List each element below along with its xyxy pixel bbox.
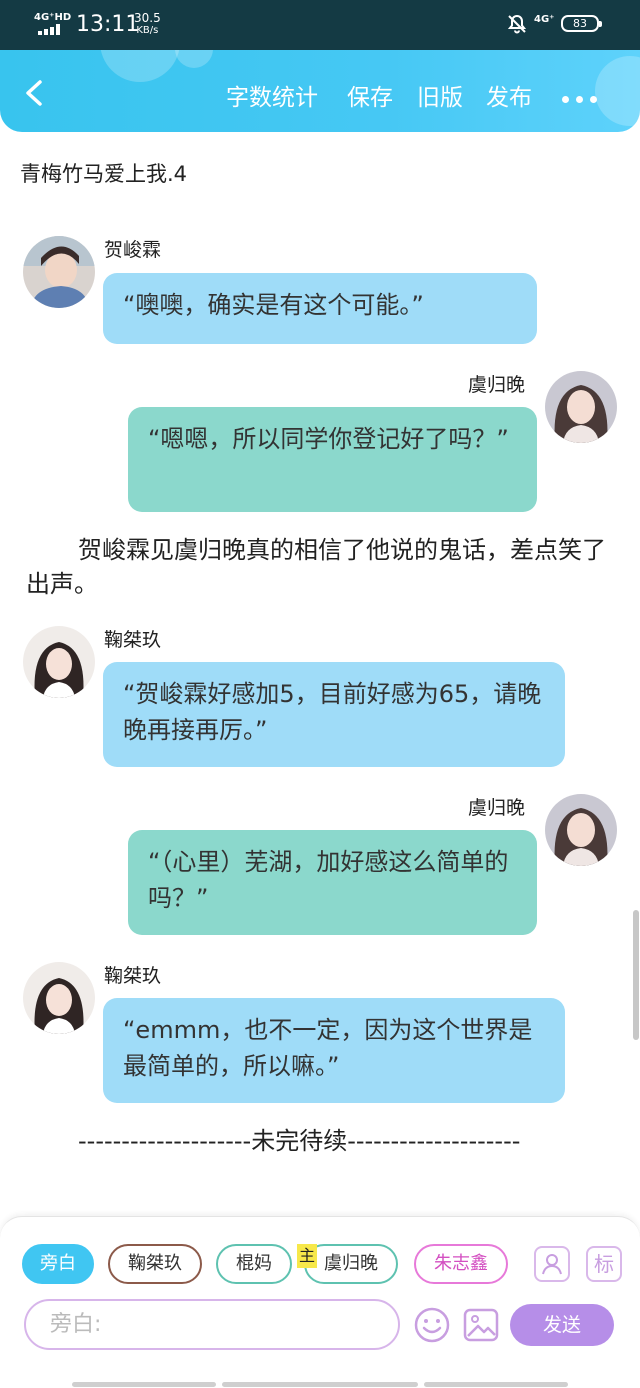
network-4g: 4G⁺ [534,14,555,25]
net-speed: 30.5 KB/s [134,11,161,37]
avatar-image [23,236,95,308]
role-chip-narrator[interactable]: 旁白 [22,1244,94,1284]
word-count-button[interactable]: 字数统计 [226,83,318,113]
clock: 13:11 [76,12,140,37]
speaker-name: 鞠桀玖 [104,629,162,651]
send-button[interactable]: 发送 [510,1304,614,1346]
network-type: 4G⁺HD [34,12,72,23]
header-decoration [595,56,640,126]
chat-bubble[interactable]: “贺峻霖好感加5，目前好感为65，请晚晚再接再厉。” [103,662,565,767]
status-bar: 4G⁺HD 13:11 30.5 KB/s 4G⁺ 83 [0,0,640,50]
role-chip[interactable]: 鞠桀玖 [108,1244,202,1284]
to-be-continued-text[interactable]: --------------------未完待续----------------… [26,1124,606,1158]
speaker-name: 贺峻霖 [104,239,162,261]
header-decoration [100,50,180,82]
top-toolbar: 字数统计 保存 旧版 发布 [0,50,640,132]
avatar-image [545,794,617,866]
save-button[interactable]: 保存 [347,83,393,113]
bottom-indicator [222,1382,418,1387]
scrollbar[interactable] [633,910,639,1040]
signal-strength-icon [38,24,64,35]
back-icon[interactable] [20,78,50,108]
bottom-indicator [424,1382,568,1387]
avatar[interactable] [545,371,617,443]
chat-bubble[interactable]: “噢噢，确实是有这个可能。” [103,273,537,344]
avatar[interactable] [23,962,95,1034]
speaker-name: 鞠桀玖 [104,965,162,987]
avatar[interactable] [23,626,95,698]
person-icon [542,1254,562,1275]
publish-button[interactable]: 发布 [486,83,532,113]
avatar[interactable] [23,236,95,308]
emoji-icon[interactable] [413,1306,451,1344]
avatar[interactable] [545,794,617,866]
protagonist-badge: 主 [297,1244,317,1268]
role-chip[interactable]: 棍妈 [216,1244,292,1284]
speaker-name: 虞归晚 [468,797,526,819]
chat-bubble[interactable]: “嗯嗯，所以同学你登记好了吗？” [128,407,537,512]
bottom-indicator [72,1382,216,1387]
bell-muted-icon [507,14,527,34]
tag-icon[interactable]: 标 [586,1246,622,1282]
avatar-image [23,962,95,1034]
net-speed-value: 30.5 [134,11,161,25]
message-input[interactable]: 旁白: [24,1299,400,1350]
battery-icon: 83 [561,15,602,32]
image-icon[interactable] [462,1306,500,1344]
role-chip[interactable]: 朱志鑫 [414,1244,508,1284]
more-icon[interactable] [562,96,598,104]
avatar-image [545,371,617,443]
header-decoration [175,50,213,68]
role-chip[interactable]: 虞归晚 [304,1244,398,1284]
old-version-button[interactable]: 旧版 [417,83,463,113]
chat-bubble[interactable]: “emmm，也不一定，因为这个世界是最简单的，所以嘛。” [103,998,565,1103]
speaker-name: 虞归晚 [468,374,526,396]
chat-bubble[interactable]: “（心里）芜湖，加好感这么简单的吗？” [128,830,537,935]
net-speed-unit: KB/s [136,25,159,36]
add-character-icon[interactable] [534,1246,570,1282]
chapter-title: 青梅竹马爱上我.4 [20,162,188,186]
narration-text[interactable]: 贺峻霖见虞归晚真的相信了他说的鬼话，差点笑了出声。 [26,533,606,601]
avatar-image [23,626,95,698]
